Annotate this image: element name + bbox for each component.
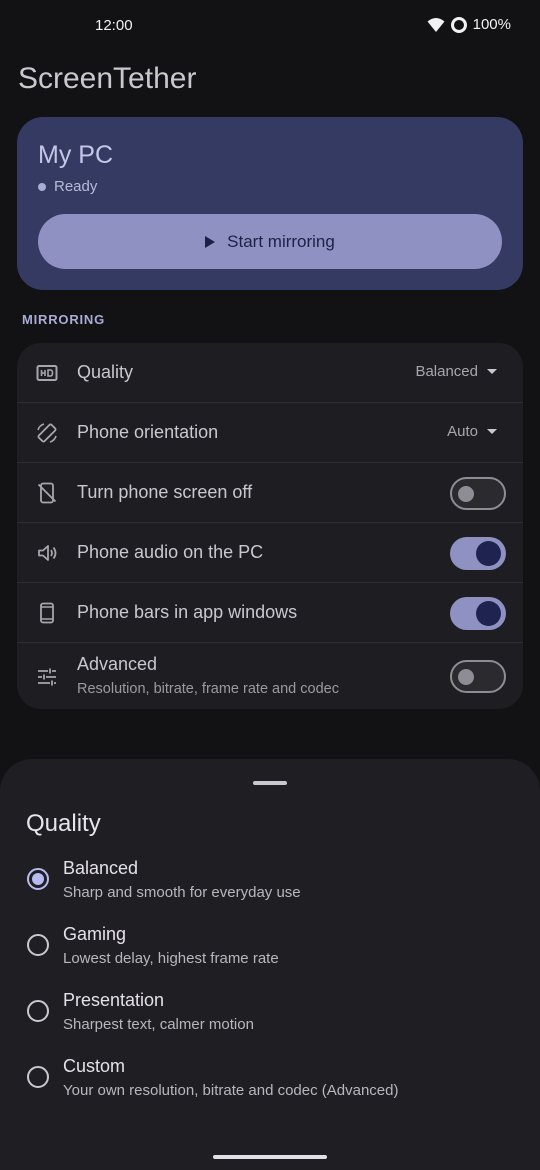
screen-rotation-icon [35, 421, 59, 445]
option-title: Custom [63, 1056, 126, 1076]
option-description: Sharp and smooth for everyday use [63, 884, 301, 901]
option-description: Lowest delay, highest frame rate [63, 950, 279, 967]
wifi-icon [427, 17, 445, 32]
speaker-icon [35, 541, 59, 565]
option-title: Presentation [63, 990, 165, 1010]
status-bar: 12:00 100% [0, 0, 540, 52]
quality-bottom-sheet: Quality Balanced Sharp and smooth for ev… [0, 759, 540, 1170]
battery-icon [450, 16, 467, 33]
app-title: ScreenTether [18, 62, 197, 95]
setting-orientation-label: Phone orientation [77, 422, 219, 442]
toggle-knob [476, 541, 501, 566]
option-description: Sharpest text, calmer motion [63, 1016, 254, 1033]
toggle-knob [458, 486, 474, 502]
setting-bars-label: Phone bars in app windows [77, 602, 298, 622]
device-status-text: Ready [54, 178, 98, 195]
bars-toggle[interactable] [450, 597, 506, 630]
device-card: My PC Ready Start mirroring [17, 117, 523, 290]
radio-button-selected[interactable] [27, 868, 49, 890]
audio-toggle[interactable] [450, 537, 506, 570]
setting-advanced-subtitle: Resolution, bitrate, frame rate and code… [77, 681, 339, 697]
settings-list: Quality Balanced Phone orientation Auto … [17, 343, 523, 709]
quality-dropdown[interactable]: Balanced [415, 363, 497, 380]
option-description: Your own resolution, bitrate and codec (… [63, 1082, 399, 1099]
status-time: 12:00 [95, 17, 133, 34]
setting-screen-off-label: Turn phone screen off [77, 482, 253, 502]
setting-advanced-label: Advanced [77, 654, 158, 674]
advanced-toggle[interactable] [450, 660, 506, 693]
device-name: My PC [38, 141, 113, 169]
radio-button[interactable] [27, 1066, 49, 1088]
setting-bars[interactable]: Phone bars in app windows [17, 582, 523, 642]
dropdown-caret-icon [487, 429, 497, 434]
device-status: Ready [38, 178, 97, 195]
setting-audio[interactable]: Phone audio on the PC [17, 522, 523, 582]
radio-button[interactable] [27, 934, 49, 956]
quality-option-custom[interactable]: Custom Your own resolution, bitrate and … [0, 1056, 540, 1116]
orientation-value: Auto [447, 423, 478, 440]
start-mirroring-label: Start mirroring [227, 231, 335, 251]
setting-quality-label: Quality [77, 362, 134, 382]
toggle-knob [458, 669, 474, 685]
dropdown-caret-icon [487, 369, 497, 374]
setting-screen-off[interactable]: Turn phone screen off [17, 462, 523, 522]
status-dot-icon [38, 182, 46, 191]
setting-audio-label: Phone audio on the PC [77, 542, 264, 562]
orientation-dropdown[interactable]: Auto [447, 423, 497, 440]
radio-button[interactable] [27, 1000, 49, 1022]
setting-orientation[interactable]: Phone orientation Auto [17, 402, 523, 462]
option-title: Gaming [63, 924, 127, 944]
quality-option-gaming[interactable]: Gaming Lowest delay, highest frame rate [0, 924, 540, 984]
hd-icon [35, 361, 59, 385]
section-label-mirroring: MIRRORING [22, 312, 106, 327]
phone-off-icon [35, 481, 59, 505]
quality-option-balanced[interactable]: Balanced Sharp and smooth for everyday u… [0, 858, 540, 918]
sheet-drag-handle[interactable] [253, 781, 287, 785]
toggle-knob [476, 601, 501, 626]
battery-percent: 100% [472, 16, 511, 33]
quality-option-presentation[interactable]: Presentation Sharpest text, calmer motio… [0, 990, 540, 1050]
sheet-title: Quality [26, 810, 101, 837]
tune-icon [35, 665, 59, 689]
phone-icon [35, 601, 59, 625]
gesture-nav-bar[interactable] [213, 1155, 327, 1159]
setting-advanced[interactable]: Advanced Resolution, bitrate, frame rate… [17, 642, 523, 709]
status-indicators: 100% [427, 16, 511, 33]
quality-value: Balanced [415, 363, 478, 380]
screen-off-toggle[interactable] [450, 477, 506, 510]
setting-quality[interactable]: Quality Balanced [17, 343, 523, 403]
start-mirroring-button[interactable]: Start mirroring [38, 214, 502, 269]
play-icon [205, 235, 216, 248]
option-title: Balanced [63, 858, 139, 878]
